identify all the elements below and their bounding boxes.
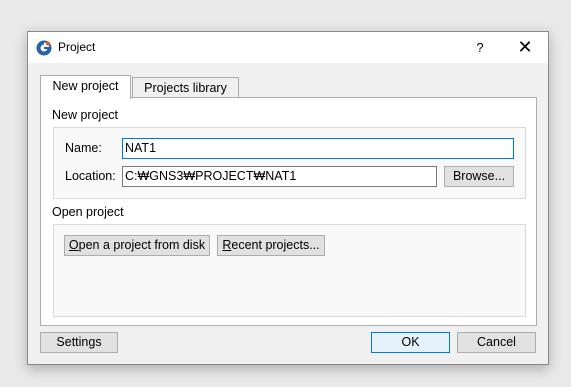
name-input[interactable]: NAT1 bbox=[122, 138, 514, 159]
location-input[interactable]: C:₩GNS3₩PROJECT₩NAT1 bbox=[122, 166, 437, 187]
new-project-group: Name: NAT1 Location: C:₩GNS3₩PROJECT₩NAT… bbox=[53, 127, 526, 199]
new-project-panel: New project Name: NAT1 Location: C:₩GNS3… bbox=[40, 97, 537, 326]
project-dialog: Project ? ✕ New project Projects library… bbox=[27, 31, 549, 365]
browse-button[interactable]: Browse... bbox=[444, 166, 514, 187]
close-icon[interactable]: ✕ bbox=[510, 32, 540, 63]
settings-button[interactable]: Settings bbox=[40, 332, 118, 353]
window-title: Project bbox=[58, 40, 96, 54]
location-label: Location: bbox=[65, 169, 116, 183]
help-button[interactable]: ? bbox=[465, 32, 495, 63]
tab-projects-library[interactable]: Projects library bbox=[132, 77, 239, 98]
recent-projects-button[interactable]: Recent projects... bbox=[217, 235, 325, 256]
ok-button[interactable]: OK bbox=[371, 332, 450, 353]
open-project-section-title: Open project bbox=[52, 205, 124, 219]
open-project-group: Open a project from disk Recent projects… bbox=[53, 224, 526, 317]
open-from-disk-button[interactable]: Open a project from disk bbox=[64, 235, 210, 256]
gns3-app-icon bbox=[36, 40, 52, 56]
cancel-button[interactable]: Cancel bbox=[457, 332, 536, 353]
title-bar: Project ? ✕ bbox=[28, 32, 548, 63]
new-project-section-title: New project bbox=[52, 108, 118, 122]
tab-new-project[interactable]: New project bbox=[40, 75, 131, 99]
name-label: Name: bbox=[65, 141, 102, 155]
